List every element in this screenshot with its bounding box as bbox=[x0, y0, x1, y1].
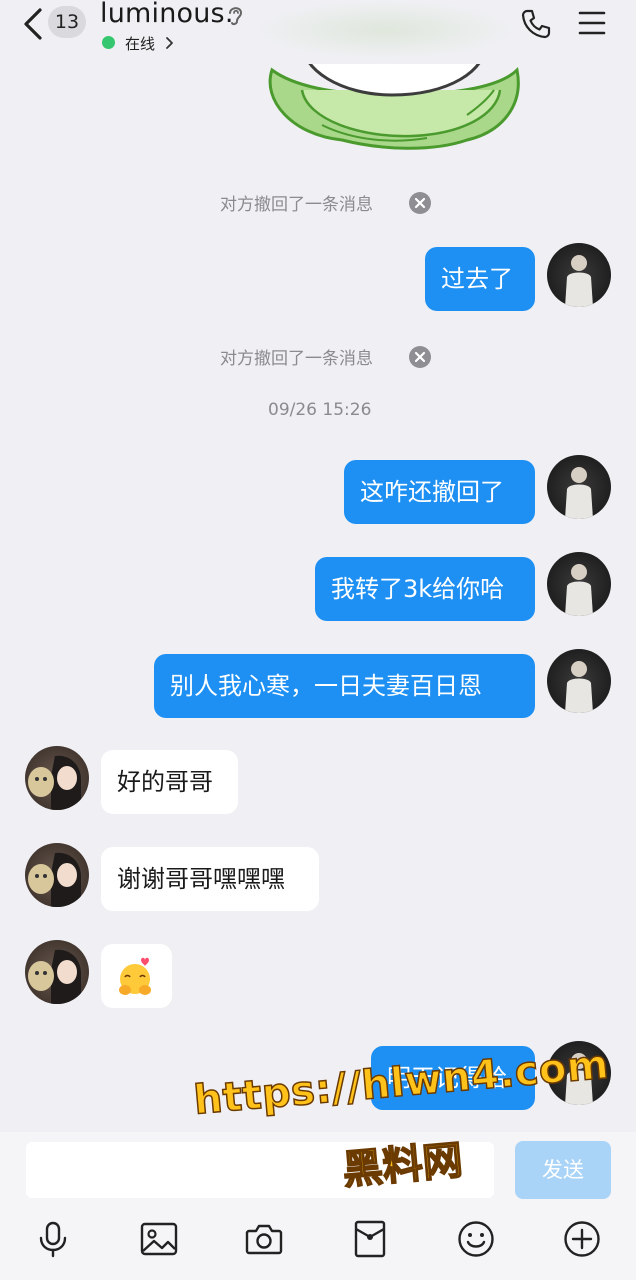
incoming-message-bubble[interactable]: 好的哥哥 bbox=[101, 750, 238, 814]
chat-header: 13 luminous. 在线 bbox=[0, 0, 636, 64]
input-area: 发送 bbox=[0, 1132, 636, 1280]
incoming-message-bubble[interactable]: 谢谢哥哥嘿嘿嘿 bbox=[101, 847, 319, 911]
send-button[interactable]: 发送 bbox=[515, 1141, 611, 1199]
ear-icon bbox=[229, 7, 243, 26]
online-status-text[interactable]: 在线 bbox=[125, 33, 155, 54]
recalled-message-text: 对方撤回了一条消息 bbox=[220, 349, 373, 369]
watermark-name: 黑料网 bbox=[340, 1137, 465, 1195]
my-avatar-image bbox=[547, 552, 611, 616]
my-avatar-image bbox=[547, 243, 611, 307]
my-avatar[interactable] bbox=[547, 455, 611, 519]
outgoing-message-bubble[interactable]: 过去了 bbox=[425, 247, 535, 311]
close-icon[interactable] bbox=[409, 192, 431, 214]
contact-avatar[interactable] bbox=[25, 843, 89, 907]
my-avatar[interactable] bbox=[547, 552, 611, 616]
header-blurred-area bbox=[250, 0, 520, 60]
plus-icon[interactable] bbox=[563, 1220, 601, 1258]
contact-avatar-image bbox=[25, 940, 89, 1004]
menu-icon[interactable] bbox=[578, 10, 606, 36]
red-packet-icon[interactable] bbox=[351, 1220, 389, 1258]
camera-icon[interactable] bbox=[245, 1220, 283, 1258]
system-message: 对方撤回了一条消息 bbox=[0, 188, 636, 218]
online-status-dot bbox=[102, 36, 115, 49]
my-avatar-image bbox=[547, 455, 611, 519]
contact-avatar-image bbox=[25, 746, 89, 810]
outgoing-message-bubble[interactable]: 别人我心寒，一日夫妻百日恩 bbox=[154, 654, 535, 718]
microphone-icon[interactable] bbox=[34, 1220, 72, 1258]
outgoing-message-bubble[interactable]: 我转了3k给你哈 bbox=[315, 557, 535, 621]
back-arrow-icon[interactable] bbox=[20, 6, 50, 42]
hugging-face-icon bbox=[119, 957, 151, 995]
unread-count-badge[interactable]: 13 bbox=[48, 6, 86, 38]
outgoing-message-bubble[interactable]: 这咋还撤回了 bbox=[344, 460, 535, 524]
my-avatar-image bbox=[547, 649, 611, 713]
contact-avatar[interactable] bbox=[25, 940, 89, 1004]
timestamp: 09/26 15:26 bbox=[268, 400, 372, 420]
image-icon[interactable] bbox=[140, 1220, 178, 1258]
contact-avatar[interactable] bbox=[25, 746, 89, 810]
recalled-message-text: 对方撤回了一条消息 bbox=[220, 195, 373, 215]
my-avatar[interactable] bbox=[547, 243, 611, 307]
contact-name[interactable]: luminous. bbox=[100, 0, 234, 29]
system-message: 对方撤回了一条消息 bbox=[0, 342, 636, 372]
my-avatar[interactable] bbox=[547, 649, 611, 713]
chevron-right-icon[interactable] bbox=[165, 36, 175, 50]
phone-icon[interactable] bbox=[520, 8, 552, 40]
emoji-icon[interactable] bbox=[457, 1220, 495, 1258]
contact-avatar-image bbox=[25, 843, 89, 907]
incoming-emoji-bubble[interactable] bbox=[101, 944, 172, 1008]
close-icon[interactable] bbox=[409, 346, 431, 368]
